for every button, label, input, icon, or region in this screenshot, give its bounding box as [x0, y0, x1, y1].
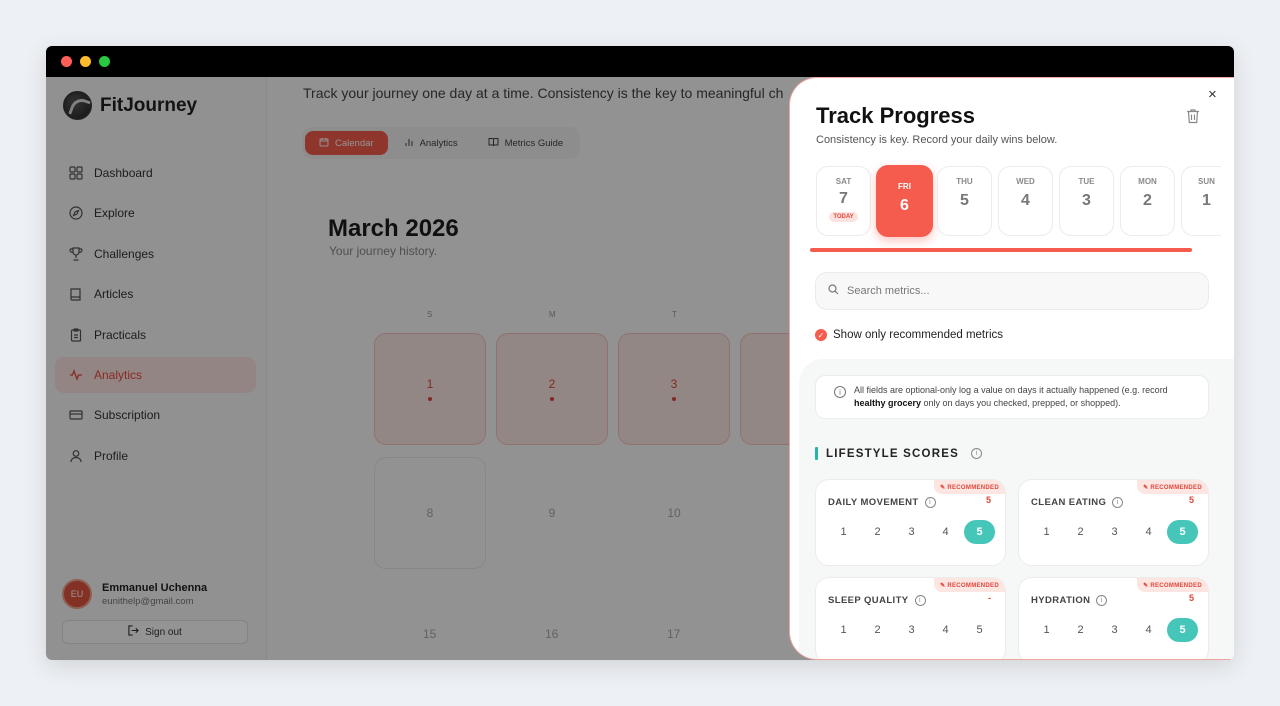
metric-card-daily-movement: ✎ RECOMMENDED 5 DAILY MOVEMENT i 1 2 3 4 …	[815, 479, 1006, 566]
score-option[interactable]: 1	[828, 618, 859, 642]
metric-card-hydration: ✎ RECOMMENDED 5 HYDRATION i 1 2 3 4 5	[1018, 577, 1209, 659]
date-number: 4	[1021, 192, 1030, 209]
recommended-badge: ✎ RECOMMENDED	[1137, 480, 1208, 494]
metric-card-sleep-quality: ✎ RECOMMENDED - SLEEP QUALITY i 1 2 3 4 5	[815, 577, 1006, 659]
window-titlebar	[46, 46, 1234, 77]
info-icon[interactable]: i	[924, 497, 936, 508]
minimize-window-button[interactable]	[80, 56, 91, 67]
score-scale: 1 2 3 4 5	[828, 618, 995, 642]
score-option[interactable]: 3	[1099, 520, 1130, 544]
metric-card-clean-eating: ✎ RECOMMENDED 5 CLEAN EATING i 1 2 3 4 5	[1018, 479, 1209, 566]
date-number: 1	[1202, 192, 1211, 209]
score-option[interactable]: 2	[862, 618, 893, 642]
metric-value: 5	[985, 495, 991, 505]
date-dow: WED	[1016, 177, 1035, 186]
section-accent	[815, 447, 818, 460]
search-icon	[828, 282, 839, 300]
score-option-selected[interactable]: 5	[1167, 520, 1198, 544]
info-text: All fields are optional-only log a value…	[854, 385, 1168, 395]
recommended-badge: ✎ RECOMMENDED	[1137, 578, 1208, 592]
score-scale: 1 2 3 4 5	[1031, 618, 1198, 642]
date-number: 6	[900, 197, 909, 214]
score-option[interactable]: 4	[1133, 520, 1164, 544]
recommended-badge: ✎ RECOMMENDED	[934, 480, 1005, 494]
date-dow: SUN	[1198, 177, 1215, 186]
score-option[interactable]: 3	[1099, 618, 1130, 642]
section-header: LIFESTYLE SCORES i	[815, 447, 982, 460]
score-option[interactable]: 2	[1065, 520, 1096, 544]
metric-label: HYDRATION i	[1031, 595, 1108, 606]
recommended-toggle[interactable]: ✓ Show only recommended metrics	[815, 329, 1003, 341]
score-option[interactable]: 3	[896, 520, 927, 544]
info-note: i All fields are optional-only log a val…	[815, 375, 1209, 419]
section-title: LIFESTYLE SCORES	[826, 447, 959, 460]
score-option[interactable]: 3	[896, 618, 927, 642]
search-input[interactable]	[847, 285, 1187, 297]
date-dow: THU	[956, 177, 973, 186]
metric-value: 5	[1188, 593, 1194, 603]
score-option-selected[interactable]: 5	[964, 520, 995, 544]
date-number: 3	[1082, 192, 1091, 209]
score-option-selected[interactable]: 5	[1167, 618, 1198, 642]
date-card-fri[interactable]: FRI 6	[876, 165, 933, 237]
metric-label: DAILY MOVEMENT i	[828, 497, 936, 508]
toggle-label: Show only recommended metrics	[833, 329, 1004, 341]
date-dow: FRI	[898, 182, 911, 191]
score-option[interactable]: 2	[1065, 618, 1096, 642]
info-icon[interactable]: i	[914, 595, 926, 606]
recommended-badge: ✎ RECOMMENDED	[934, 578, 1005, 592]
date-number: 7	[839, 190, 848, 207]
date-scroll-indicator[interactable]	[810, 248, 1192, 252]
date-card-sat[interactable]: SAT 7 TODAY	[816, 166, 871, 236]
metric-label: CLEAN EATING i	[1031, 497, 1124, 508]
score-option[interactable]: 4	[1133, 618, 1164, 642]
panel-subtitle: Consistency is key. Record your daily wi…	[816, 134, 1058, 146]
date-selector: SAT 7 TODAY FRI 6 THU 5 WED 4 TUE 3 MON	[816, 165, 1221, 242]
score-option[interactable]: 1	[1031, 520, 1062, 544]
date-number: 5	[960, 192, 969, 209]
date-number: 2	[1143, 192, 1152, 209]
track-progress-panel: × Track Progress Consistency is key. Rec…	[789, 77, 1234, 660]
date-card-wed[interactable]: WED 4	[998, 166, 1053, 236]
date-card-thu[interactable]: THU 5	[937, 166, 992, 236]
checkmark-icon[interactable]: ✓	[815, 329, 827, 341]
score-scale: 1 2 3 4 5	[828, 520, 995, 544]
date-card-mon[interactable]: MON 2	[1120, 166, 1175, 236]
app-window: FitJourney Dashboard Explore Challenges	[46, 46, 1234, 660]
trash-icon[interactable]	[1186, 108, 1200, 124]
date-dow: MON	[1138, 177, 1157, 186]
panel-title: Track Progress	[816, 103, 975, 128]
score-option[interactable]: 4	[930, 618, 961, 642]
info-text-end: only on days you checked, prepped, or sh…	[921, 398, 1121, 408]
date-dow: SAT	[835, 177, 852, 186]
info-icon[interactable]: i	[1096, 595, 1108, 606]
info-highlight: healthy grocery	[854, 398, 922, 408]
metrics-content: i All fields are optional-only log a val…	[799, 359, 1234, 659]
info-icon[interactable]: i	[970, 448, 982, 459]
metric-value: 5	[1188, 495, 1194, 505]
metric-label: SLEEP QUALITY i	[828, 595, 926, 606]
score-option[interactable]: 4	[930, 520, 961, 544]
metrics-search[interactable]	[815, 272, 1209, 310]
maximize-window-button[interactable]	[99, 56, 110, 67]
score-option[interactable]: 1	[1031, 618, 1062, 642]
date-card-sun[interactable]: SUN 1	[1181, 166, 1221, 236]
date-card-tue[interactable]: TUE 3	[1059, 166, 1114, 236]
close-panel-button[interactable]: ×	[1208, 86, 1217, 103]
score-scale: 1 2 3 4 5	[1031, 520, 1198, 544]
close-window-button[interactable]	[61, 56, 72, 67]
info-icon[interactable]: i	[1112, 497, 1124, 508]
score-option[interactable]: 1	[828, 520, 859, 544]
info-icon: i	[834, 386, 846, 398]
metric-value: -	[988, 593, 991, 603]
today-badge: TODAY	[829, 212, 858, 222]
score-option[interactable]: 5	[964, 618, 995, 642]
date-dow: TUE	[1078, 177, 1095, 186]
score-option[interactable]: 2	[862, 520, 893, 544]
